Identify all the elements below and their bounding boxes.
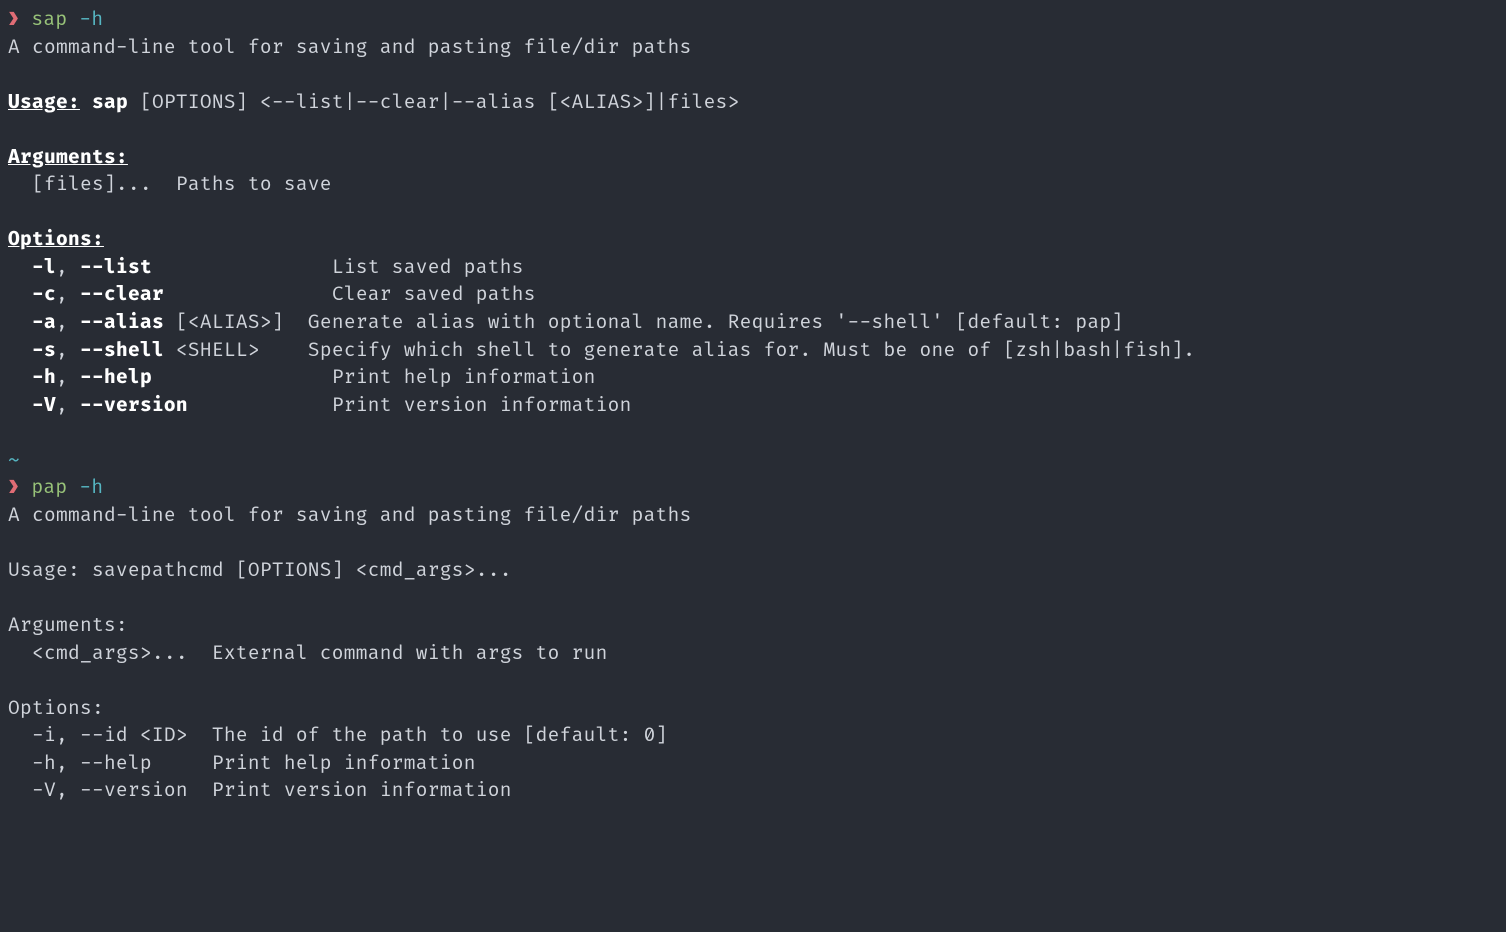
pap-description: A command-line tool for saving and pasti… xyxy=(8,502,1498,530)
sap-opt-list: -l, --list List saved paths xyxy=(8,254,1498,282)
sap-opt-help: -h, --help Print help information xyxy=(8,364,1498,392)
pap-arguments-label: Arguments: xyxy=(8,612,1498,640)
blank-line xyxy=(8,419,1498,447)
pap-arg-cmd: <cmd_args>... External command with args… xyxy=(8,640,1498,668)
blank-line xyxy=(8,584,1498,612)
blank-line xyxy=(8,199,1498,227)
blank-line xyxy=(8,529,1498,557)
prompt-arrow: ❯ xyxy=(8,7,19,31)
sap-opt-alias: -a, --alias [<ALIAS>] Generate alias wit… xyxy=(8,309,1498,337)
pap-usage-line: Usage: savepathcmd [OPTIONS] <cmd_args>.… xyxy=(8,557,1498,585)
sap-opt-clear: -c, --clear Clear saved paths xyxy=(8,281,1498,309)
sap-options-heading: Options: xyxy=(8,226,1498,254)
sap-arg-files: [files]... Paths to save xyxy=(8,171,1498,199)
pap-opt-help: -h, --help Print help information xyxy=(8,750,1498,778)
usage-rest: [OPTIONS] <--list|--clear|--alias [<ALIA… xyxy=(128,90,740,114)
usage-cmd: sap xyxy=(92,90,128,114)
blank-line xyxy=(8,667,1498,695)
pap-opt-version: -V, --version Print version information xyxy=(8,777,1498,805)
sap-usage-line: Usage: sap [OPTIONS] <--list|--clear|--a… xyxy=(8,89,1498,117)
pap-options-label: Options: xyxy=(8,695,1498,723)
terminal-output[interactable]: ❯ sap -h A command-line tool for saving … xyxy=(8,6,1498,805)
command-name: sap xyxy=(31,7,67,31)
prompt-line-2: ❯ pap -h xyxy=(8,474,1498,502)
options-label: Options: xyxy=(8,227,104,251)
sap-opt-shell: -s, --shell <SHELL> Specify which shell … xyxy=(8,337,1498,365)
blank-line xyxy=(8,61,1498,89)
command-flag: -h xyxy=(79,7,103,31)
sap-description: A command-line tool for saving and pasti… xyxy=(8,34,1498,62)
command-flag: -h xyxy=(79,475,103,499)
prompt-line-1: ❯ sap -h xyxy=(8,6,1498,34)
sap-arguments-heading: Arguments: xyxy=(8,144,1498,172)
cwd-indicator: ~ xyxy=(8,448,20,472)
prompt-arrow: ❯ xyxy=(8,475,19,499)
blank-line xyxy=(8,116,1498,144)
cwd-line: ~ xyxy=(8,447,1498,475)
sap-opt-version: -V, --version Print version information xyxy=(8,392,1498,420)
arguments-label: Arguments: xyxy=(8,145,128,169)
command-name: pap xyxy=(31,475,67,499)
pap-opt-id: -i, --id <ID> The id of the path to use … xyxy=(8,722,1498,750)
usage-heading: Usage: xyxy=(8,90,80,114)
